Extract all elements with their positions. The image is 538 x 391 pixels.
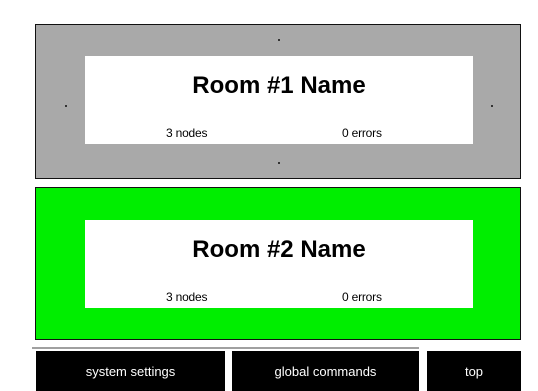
room-info-panel: Room #2 Name 3 nodes 0 errors	[85, 220, 473, 308]
room-overview-screen: Room #1 Name 3 nodes 0 errors Room #2 Na…	[0, 0, 538, 391]
system-settings-button[interactable]: system settings	[36, 351, 225, 391]
selection-marker-bottom	[278, 162, 280, 164]
top-button[interactable]: top	[427, 351, 521, 391]
global-commands-button[interactable]: global commands	[232, 351, 419, 391]
node-count: 3 nodes	[166, 126, 208, 140]
room-card-2[interactable]: Room #2 Name 3 nodes 0 errors	[35, 187, 521, 340]
selection-marker-right	[491, 105, 493, 107]
node-count: 3 nodes	[166, 290, 208, 304]
room-info-panel: Room #1 Name 3 nodes 0 errors	[85, 56, 473, 144]
error-count: 0 errors	[342, 290, 382, 304]
room-card-1[interactable]: Room #1 Name 3 nodes 0 errors	[35, 24, 521, 179]
footer-divider	[32, 347, 419, 349]
error-count: 0 errors	[342, 126, 382, 140]
room-name: Room #2 Name	[192, 236, 366, 263]
room-name: Room #1 Name	[192, 72, 366, 99]
selection-marker-top	[278, 39, 280, 41]
selection-marker-left	[65, 105, 67, 107]
